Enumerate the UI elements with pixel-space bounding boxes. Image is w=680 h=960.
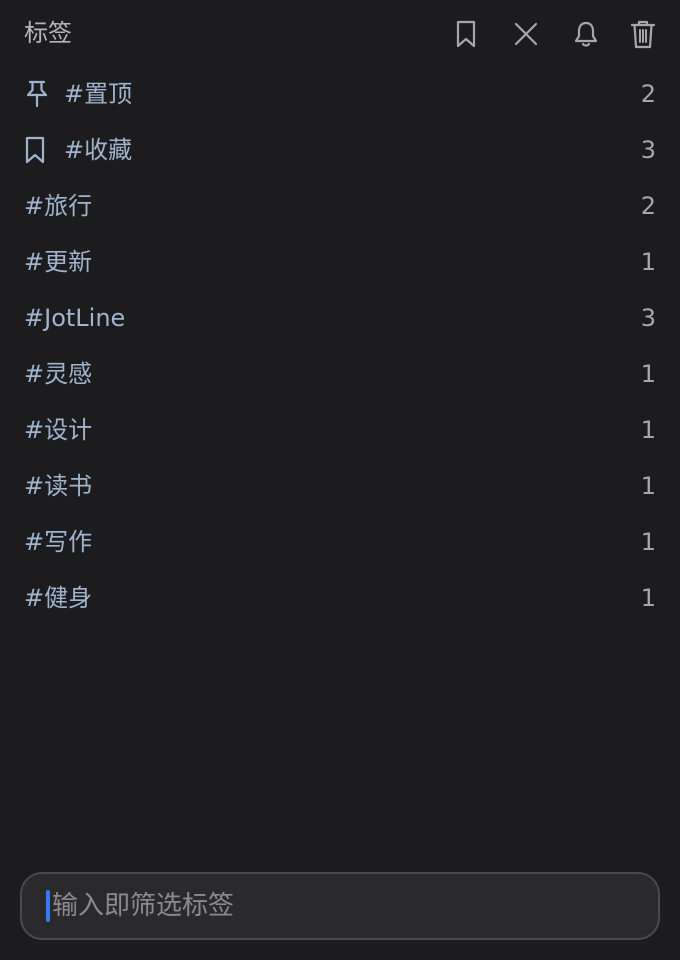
tag-count: 1 bbox=[640, 584, 656, 612]
tag-row[interactable]: #JotLine 3 bbox=[0, 290, 680, 346]
tag-count: 2 bbox=[640, 192, 656, 220]
tag-name: #JotLine bbox=[24, 304, 126, 332]
tag-name: #灵感 bbox=[24, 360, 93, 388]
tag-name: #旅行 bbox=[24, 192, 93, 220]
delete-button[interactable] bbox=[616, 16, 656, 52]
tag-name: #置顶 bbox=[64, 80, 133, 108]
tag-row[interactable]: #设计 1 bbox=[0, 402, 680, 458]
tag-row[interactable]: #读书 1 bbox=[0, 458, 680, 514]
close-button[interactable] bbox=[496, 16, 556, 52]
tag-count: 1 bbox=[640, 528, 656, 556]
bookmark-icon bbox=[456, 20, 476, 48]
text-caret bbox=[46, 890, 50, 922]
tag-count: 3 bbox=[640, 136, 656, 164]
notifications-button[interactable] bbox=[556, 16, 616, 52]
tag-name: #收藏 bbox=[64, 136, 133, 164]
bell-icon bbox=[574, 21, 598, 47]
tag-row[interactable]: #写作 1 bbox=[0, 514, 680, 570]
tag-row[interactable]: #健身 1 bbox=[0, 570, 680, 626]
close-icon bbox=[514, 22, 538, 46]
panel-header: 标签 bbox=[0, 0, 680, 66]
tag-list: #置顶 2 #收藏 3 #旅行 2 #更新 1 #JotLine 3 #灵感 1… bbox=[0, 66, 680, 626]
trash-icon bbox=[630, 20, 656, 49]
tag-name: #写作 bbox=[24, 528, 93, 556]
tag-row-favorites[interactable]: #收藏 3 bbox=[0, 122, 680, 178]
tag-filter-input[interactable] bbox=[52, 891, 612, 921]
tag-name: #更新 bbox=[24, 248, 93, 276]
tag-count: 1 bbox=[640, 248, 656, 276]
tag-count: 3 bbox=[640, 304, 656, 332]
tag-row[interactable]: #更新 1 bbox=[0, 234, 680, 290]
tags-panel: 标签 #置顶 2 #收藏 3 #旅行 2 #更新 1 #JotLine 3 #灵… bbox=[0, 0, 680, 960]
tag-name: #设计 bbox=[24, 416, 93, 444]
tag-count: 1 bbox=[640, 472, 656, 500]
panel-title: 标签 bbox=[24, 19, 72, 47]
tag-row[interactable]: #灵感 1 bbox=[0, 346, 680, 402]
bookmark-button[interactable] bbox=[436, 16, 496, 52]
tag-filter-box[interactable] bbox=[20, 872, 660, 940]
tag-count: 1 bbox=[640, 416, 656, 444]
tag-row[interactable]: #旅行 2 bbox=[0, 178, 680, 234]
tag-name: #健身 bbox=[24, 584, 93, 612]
pin-icon bbox=[24, 80, 52, 108]
bookmark-icon bbox=[24, 136, 52, 164]
tag-count: 1 bbox=[640, 360, 656, 388]
header-actions bbox=[436, 16, 656, 52]
tag-name: #读书 bbox=[24, 472, 93, 500]
tag-count: 2 bbox=[640, 80, 656, 108]
tag-row-pinned[interactable]: #置顶 2 bbox=[0, 66, 680, 122]
